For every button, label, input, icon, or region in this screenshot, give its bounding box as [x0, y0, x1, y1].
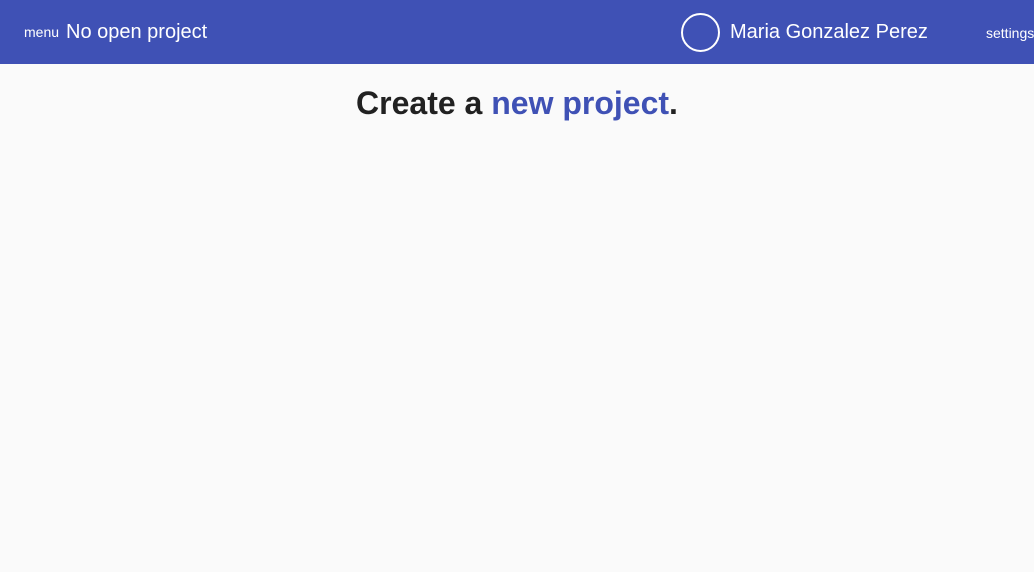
menu-button[interactable]: menu — [24, 23, 59, 41]
main-content: Create a new project. — [0, 64, 1034, 572]
new-project-link[interactable]: new project — [491, 85, 669, 121]
empty-state-headline: Create a new project. — [0, 84, 1034, 122]
headline-suffix: . — [669, 85, 678, 121]
user-name[interactable]: Maria Gonzalez Perez — [730, 20, 928, 44]
avatar-icon[interactable] — [681, 13, 720, 52]
headline-prefix: Create a — [356, 85, 492, 121]
top-app-bar: menu No open project Maria Gonzalez Pere… — [0, 0, 1034, 64]
project-title: No open project — [66, 21, 208, 43]
settings-button[interactable]: settings — [986, 24, 1034, 42]
